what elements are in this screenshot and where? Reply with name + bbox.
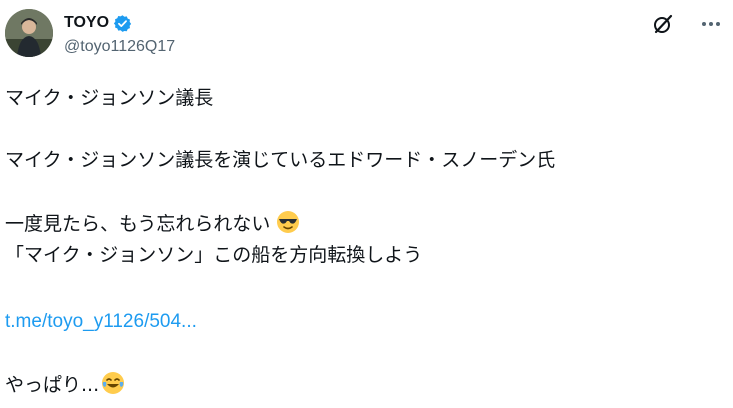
author-handle[interactable]: @toyo1126Q17 (64, 38, 175, 56)
tweet-text-line: マイク・ジョンソン議長を演じているエドワード・スノーデン氏 (5, 149, 556, 171)
verified-badge-icon[interactable] (113, 14, 132, 33)
grok-icon[interactable] (651, 12, 675, 36)
telegram-link[interactable]: t.me/toyo_y1126/504... (5, 311, 197, 332)
tweet-text-line-with-emoji: やっぱり... (5, 371, 125, 401)
tweet-text-line: マイク・ジョンソン議長 (5, 87, 214, 109)
tweet-text-line: 一度見たら、もう忘れられない (5, 213, 271, 235)
tweet-card: TOYO @toyo1126Q17 マイク・ジョンソン議長 マイク・ジョンソン議… (0, 0, 733, 408)
tweet-link-line: t.me/toyo_y1126/504... (5, 309, 197, 334)
more-options-icon[interactable] (700, 16, 722, 32)
sunglasses-emoji-icon (276, 210, 300, 240)
tweet-text-line-with-emoji: 一度見たら、もう忘れられない (5, 210, 300, 240)
author-name-row: TOYO (64, 12, 132, 34)
display-name[interactable]: TOYO (64, 14, 109, 32)
tears-of-joy-emoji-icon (101, 371, 125, 401)
tweet-text-line: 「マイク・ジョンソン」この船を方向転換しよう (5, 244, 423, 266)
avatar[interactable] (5, 9, 53, 57)
tweet-text-line: やっぱり... (5, 374, 100, 396)
